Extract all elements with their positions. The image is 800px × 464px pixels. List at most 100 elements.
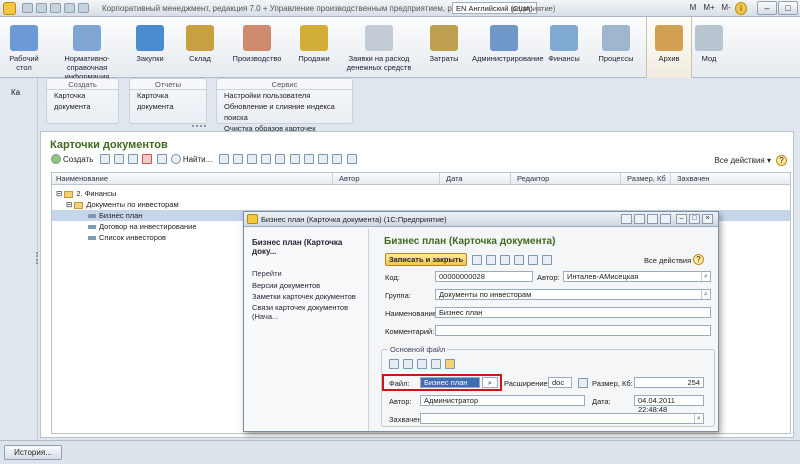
section-3[interactable]: Склад — [178, 17, 222, 78]
file-icon[interactable] — [528, 255, 538, 265]
section-1[interactable]: Нормативно-справочная информация — [52, 17, 122, 81]
file-icon[interactable] — [275, 154, 286, 164]
info-icon[interactable]: i — [735, 2, 747, 15]
history-icon[interactable] — [64, 3, 75, 13]
notes-link[interactable]: Заметки карточек документов — [252, 292, 356, 301]
favorites-icon[interactable] — [78, 3, 89, 13]
name-field[interactable]: Бизнес план — [435, 307, 711, 318]
links-link[interactable]: Связи карточек документов (Нача... — [252, 303, 368, 321]
copy-icon[interactable] — [99, 154, 110, 164]
forward-icon[interactable] — [36, 3, 47, 13]
file-edit-icon[interactable] — [403, 359, 413, 369]
file-unlock-icon[interactable] — [332, 154, 343, 164]
section-label: Затраты — [429, 54, 459, 63]
all-actions-menu[interactable]: Все действия ▾ — [714, 156, 771, 165]
update-index-link[interactable]: Обновление и слияние индекса поиска — [217, 101, 352, 123]
section-7[interactable]: Затраты — [422, 17, 466, 78]
find-button[interactable]: Найти... — [183, 155, 213, 164]
maximize-button[interactable]: □ — [778, 1, 798, 15]
group-field[interactable]: Документы по инвесторам ⌕ — [435, 289, 711, 300]
section-6[interactable]: Заявки на расход денежных средств — [342, 17, 416, 78]
memory-plus-button[interactable]: M+ — [700, 2, 718, 15]
dialog-favorite-icon[interactable] — [647, 214, 658, 224]
mail-icon[interactable] — [247, 154, 258, 164]
section-8[interactable]: Администрирование — [472, 17, 544, 78]
cancel-icon[interactable] — [486, 255, 496, 265]
search-icon[interactable]: ⌕ — [694, 414, 703, 423]
table-row[interactable]: ⊟ Документы по инвесторам — [52, 199, 790, 210]
column-date[interactable]: Дата — [446, 174, 463, 183]
cancel-search-icon[interactable] — [232, 154, 243, 164]
table-row[interactable]: ⊟ 2. Финансы — [52, 188, 790, 199]
history-button[interactable]: История... — [4, 445, 62, 460]
section-2[interactable]: Закупки — [128, 17, 172, 78]
section-4[interactable]: Производство — [228, 17, 286, 78]
binoculars-icon[interactable] — [346, 154, 357, 164]
dialog-all-actions-menu[interactable]: Все действия ▾ — [644, 256, 697, 265]
code-field[interactable]: 00000000028 — [435, 271, 533, 282]
help-icon[interactable]: ? — [776, 155, 787, 166]
create-document-card-link[interactable]: Карточка документа — [47, 90, 118, 112]
dialog-close-button[interactable]: × — [702, 214, 713, 224]
add-folder-icon[interactable] — [113, 154, 124, 164]
find-icon[interactable] — [170, 154, 181, 164]
size-field[interactable]: 254 — [634, 377, 704, 388]
search-settings-icon[interactable] — [218, 154, 229, 164]
move-icon[interactable] — [156, 154, 167, 164]
extension-field[interactable]: doc — [548, 377, 572, 388]
section-10[interactable]: Процессы — [592, 17, 640, 78]
dialog-history-icon[interactable] — [634, 214, 645, 224]
dialog-maximize-button[interactable]: □ — [689, 214, 700, 224]
comment-field[interactable] — [435, 325, 711, 336]
file-author-field[interactable]: Администратор — [420, 395, 585, 406]
mail-icon[interactable] — [500, 255, 510, 265]
dialog-info-icon[interactable] — [660, 214, 671, 224]
column-size[interactable]: Размер, Кб — [627, 174, 666, 183]
splitter-handle[interactable] — [36, 252, 39, 264]
file-save-icon[interactable] — [417, 359, 427, 369]
section-12[interactable]: Мод — [695, 17, 723, 78]
memory-minus-button[interactable]: M- — [718, 2, 734, 15]
file-scan-icon[interactable] — [431, 359, 441, 369]
search-icon[interactable]: ⌕ — [701, 272, 710, 281]
user-settings-link[interactable]: Настройки пользователя — [217, 90, 352, 101]
dialog-help-icon[interactable]: ? — [693, 254, 704, 265]
column-name[interactable]: Наименование — [56, 174, 108, 183]
create-button[interactable]: Создать — [63, 155, 93, 164]
search-icon[interactable]: ⌕ — [701, 290, 710, 299]
file-lock-icon[interactable] — [445, 359, 455, 369]
date-field[interactable]: 04.04.2011 22:48:48 — [634, 395, 704, 414]
home-icon[interactable] — [50, 3, 61, 13]
splitter-handle-horizontal[interactable] — [192, 125, 206, 127]
print-icon[interactable] — [514, 255, 524, 265]
file-copy-icon[interactable] — [542, 255, 552, 265]
section-0[interactable]: Рабочий стол — [2, 17, 46, 78]
memory-button[interactable]: M — [686, 2, 700, 15]
dialog-nav-icon[interactable] — [621, 214, 632, 224]
save-icon[interactable] — [472, 255, 482, 265]
edit-icon[interactable] — [128, 154, 139, 164]
section-5[interactable]: Продажи — [292, 17, 336, 78]
file-lock-icon[interactable] — [318, 154, 329, 164]
create-icon[interactable] — [51, 154, 61, 164]
versions-link[interactable]: Версии документов — [252, 281, 320, 290]
author-field[interactable]: Инталев-AMисецкая ⌕ — [563, 271, 711, 282]
column-editor[interactable]: Редактор — [517, 174, 549, 183]
section-11[interactable]: Архив — [646, 17, 692, 78]
section-9[interactable]: Финансы — [542, 17, 586, 78]
left-nav-label[interactable]: Ка — [11, 88, 20, 97]
report-document-card-link[interactable]: Карточка документа — [130, 90, 206, 112]
column-captured[interactable]: Захвачен — [677, 174, 710, 183]
delete-icon[interactable] — [142, 154, 153, 164]
dialog-minimize-button[interactable]: – — [676, 214, 687, 224]
column-author[interactable]: Автор — [339, 174, 360, 183]
save-and-close-button[interactable]: Записать и закрыть — [385, 253, 467, 266]
captured-field[interactable]: ⌕ — [420, 413, 704, 424]
file-open-icon[interactable] — [389, 359, 399, 369]
file-open-icon[interactable] — [289, 154, 300, 164]
back-icon[interactable] — [22, 3, 33, 13]
print-icon[interactable] — [261, 154, 272, 164]
minimize-button[interactable]: – — [757, 1, 777, 15]
file-save-icon[interactable] — [303, 154, 314, 164]
row-label: 2. Финансы — [76, 189, 117, 198]
